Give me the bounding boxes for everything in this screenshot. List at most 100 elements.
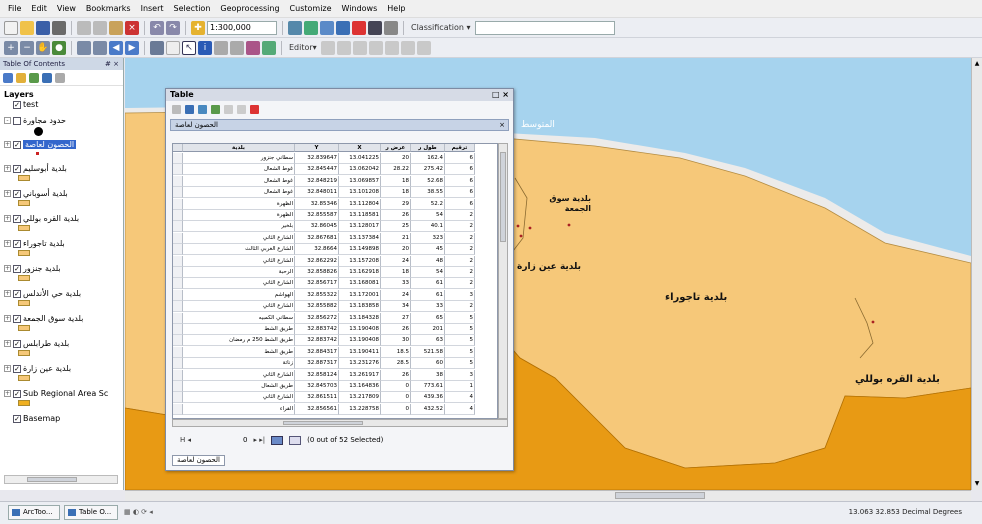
expand-toggle-icon[interactable]: + — [4, 141, 11, 148]
table-row[interactable]: الشارع الثاني 32.856717 13.168081 33 61 2 — [173, 278, 475, 290]
row-selector[interactable] — [173, 198, 183, 210]
show-all-records-icon[interactable] — [271, 435, 284, 445]
menu-item-file[interactable]: File — [8, 4, 21, 13]
new-document-icon[interactable] — [4, 20, 18, 35]
toc-layer-item[interactable]: + ✓ Sub Regional Area Sc — [4, 389, 108, 398]
expand-toggle-icon[interactable]: + — [4, 215, 11, 222]
toc-layer-item[interactable]: - حدود مجاورة — [4, 116, 66, 125]
toc-layer-item[interactable]: ✓ Basemap — [4, 414, 60, 423]
editor-toolbar-icon[interactable] — [288, 20, 302, 35]
row-selector[interactable] — [173, 335, 183, 347]
row-selector[interactable] — [173, 392, 183, 404]
column-header[interactable]: X — [339, 144, 381, 152]
identify-icon[interactable]: i — [198, 40, 212, 55]
table-row[interactable]: غوط الشعال 32.848219 13.069857 18 52.68 6 — [173, 175, 475, 187]
table-row[interactable]: الشارع الثاني 32.861511 13.217809 0 439.36 4 — [173, 392, 475, 404]
zoom-to-selected-icon[interactable] — [237, 104, 246, 114]
html-popup-icon[interactable] — [262, 40, 276, 55]
layer-visibility-checkbox[interactable]: ✓ — [13, 214, 21, 223]
expand-toggle-icon[interactable]: + — [4, 290, 11, 297]
column-header[interactable]: ترقيم — [445, 144, 475, 152]
layer-visibility-checkbox[interactable]: ✓ — [13, 264, 21, 273]
rotate-tool-icon[interactable] — [384, 40, 399, 55]
row-selector[interactable] — [173, 403, 183, 415]
select-features-icon[interactable] — [150, 40, 164, 55]
expand-toggle-icon[interactable]: - — [4, 117, 11, 124]
layer-visibility-checkbox[interactable]: ✓ — [13, 314, 21, 323]
table-row[interactable]: الشارع الثاني 32.867681 13.137384 21 323 2 — [173, 232, 475, 244]
row-selector[interactable] — [173, 255, 183, 267]
map-vertical-scrollbar[interactable]: ▲ ▼ — [971, 58, 982, 490]
expand-toggle-icon[interactable]: + — [4, 390, 11, 397]
expand-toggle-icon[interactable]: + — [4, 315, 11, 322]
scroll-up-icon[interactable]: ▲ — [973, 60, 981, 68]
column-header[interactable]: طول ر — [411, 144, 445, 152]
table-row[interactable]: طريق الشط 32.883742 13.190408 26 201 5 — [173, 324, 475, 335]
table-bottom-tab[interactable]: الحصون لعاصة — [172, 455, 225, 466]
measure-icon[interactable] — [230, 40, 244, 55]
layer-visibility-checkbox[interactable]: ✓ — [13, 100, 21, 109]
menu-item-selection[interactable]: Selection — [174, 4, 211, 13]
table-row[interactable]: الشارع الثاني 32.858124 13.261917 26 38 3 — [173, 369, 475, 381]
layers-root[interactable]: Layers — [4, 90, 34, 99]
menu-item-help[interactable]: Help — [387, 4, 405, 13]
zoom-out-icon[interactable]: − — [20, 40, 34, 55]
table-row[interactable]: الشارع الثاني 32.855882 13.183858 34 33 2 — [173, 301, 475, 313]
row-selector[interactable] — [173, 278, 183, 290]
sketch-properties-icon[interactable] — [416, 40, 431, 55]
table-row[interactable]: سطاني جنزور 32.839647 13.041225 20 162.4 6 — [173, 153, 475, 164]
column-header[interactable]: بلدية — [183, 144, 295, 152]
table-row[interactable]: طريق الشط 32.884317 13.190411 18.5 521.58 5 — [173, 346, 475, 358]
delete-icon[interactable]: × — [125, 20, 139, 35]
table-row[interactable]: الرحبة 32.858826 13.162918 18 54 2 — [173, 267, 475, 278]
copy-icon[interactable] — [93, 20, 107, 35]
add-data-icon[interactable]: ✚ — [191, 20, 205, 35]
reshape-tool-icon[interactable] — [352, 40, 367, 55]
toc-layer-item[interactable]: + ✓ بلدية جنزور — [4, 264, 61, 273]
redo-icon[interactable]: ↷ — [166, 20, 180, 35]
menu-item-edit[interactable]: Edit — [31, 4, 47, 13]
edit-tool-icon[interactable] — [320, 40, 335, 55]
table-of-contents-icon[interactable] — [304, 20, 318, 35]
table-row[interactable]: الظهرة 32.855587 13.118581 26 54 2 — [173, 210, 475, 221]
toc-layer-item[interactable]: + ✓ بلدية سوق الجمعة — [4, 314, 83, 323]
layer-visibility-checkbox[interactable]: ✓ — [13, 289, 21, 298]
layer-visibility-checkbox[interactable]: ✓ — [13, 364, 21, 373]
toc-close-button[interactable]: # × — [105, 58, 119, 70]
expand-toggle-icon[interactable]: + — [4, 165, 11, 172]
layer-visibility-checkbox[interactable]: ✓ — [13, 339, 21, 348]
hyperlink-icon[interactable] — [246, 40, 260, 55]
python-icon[interactable] — [368, 20, 382, 35]
expand-toggle-icon[interactable]: + — [4, 265, 11, 272]
table-close-icon[interactable]: □ × — [492, 89, 509, 101]
table-options-icon[interactable] — [172, 104, 181, 114]
layer-visibility-checkbox[interactable]: ✓ — [13, 389, 21, 398]
row-selector[interactable] — [173, 221, 183, 233]
table-row[interactable]: زناتة 32.887317 13.231276 28.5 60 5 — [173, 358, 475, 370]
toc-layer-item[interactable]: + ✓ بلدية عين زارة — [4, 364, 71, 373]
toc-layer-item[interactable]: ✓ test — [4, 100, 38, 109]
map-horizontal-scrollbar[interactable] — [125, 490, 971, 501]
table-row[interactable]: طريق الشعال 32.845703 13.164836 0 773.61 1 — [173, 381, 475, 392]
attributes-icon[interactable] — [400, 40, 415, 55]
show-selected-records-icon[interactable] — [289, 435, 302, 445]
toc-layer-item[interactable]: + ✓ بلدية طرابلس — [4, 339, 69, 348]
pan-icon[interactable]: ✋ — [36, 40, 50, 55]
expand-toggle-icon[interactable]: + — [4, 240, 11, 247]
table-vertical-scrollbar[interactable] — [498, 143, 508, 419]
list-by-source-icon[interactable] — [16, 72, 26, 83]
table-row[interactable]: القراء 32.856561 13.228758 0 432.52 4 — [173, 403, 475, 415]
table-header-row[interactable]: بلدية Y X عرض ر طول ر ترقيم — [173, 144, 475, 152]
menu-item-view[interactable]: View — [57, 4, 76, 13]
menu-item-bookmarks[interactable]: Bookmarks — [86, 4, 131, 13]
menu-item-insert[interactable]: Insert — [141, 4, 164, 13]
table-row[interactable]: غوط الشعال 32.845447 13.062042 28.22 275.42 6 — [173, 164, 475, 176]
catalog-icon[interactable] — [320, 20, 334, 35]
menu-item-windows[interactable]: Windows — [342, 4, 378, 13]
cut-icon[interactable] — [77, 20, 91, 35]
first-record-button[interactable]: H ◂ — [180, 436, 191, 444]
classification-label[interactable]: Classification ▾ — [409, 23, 473, 32]
list-by-selection-icon[interactable] — [42, 72, 52, 83]
expand-toggle-icon[interactable]: + — [4, 340, 11, 347]
column-header[interactable]: عرض ر — [381, 144, 411, 152]
